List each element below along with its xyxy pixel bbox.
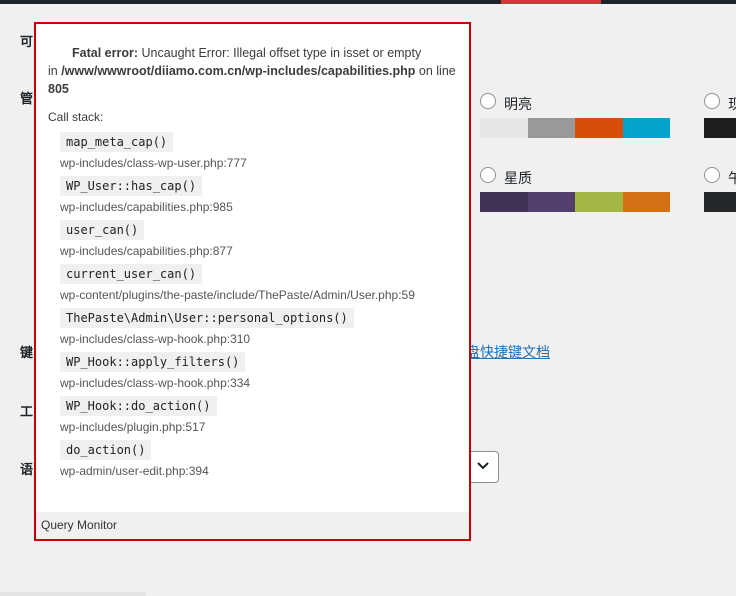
call-stack-list: map_meta_cap() wp-includes/class-wp-user… xyxy=(60,132,469,478)
fatal-error-label: Fatal error: xyxy=(72,46,138,60)
setting-label-admin-color: 管 xyxy=(20,91,34,106)
swatch xyxy=(527,192,575,212)
query-monitor-error-panel: Fatal error: Uncaught Error: Illegal off… xyxy=(34,22,471,541)
frame-function: WP_Hook::do_action() xyxy=(60,396,217,416)
setting-label-1: 可 xyxy=(20,34,34,49)
frame-file: wp-admin/user-edit.php:394 xyxy=(60,464,209,478)
scheme-radio-modern[interactable] xyxy=(704,93,720,109)
call-stack-frame: map_meta_cap() wp-includes/class-wp-user… xyxy=(60,132,469,170)
scheme-name-midnight: 午 xyxy=(728,170,736,186)
in-label: in xyxy=(48,64,62,78)
query-monitor-footer[interactable]: Query Monitor xyxy=(36,512,469,539)
frame-file: wp-includes/capabilities.php:985 xyxy=(60,200,233,214)
setting-label-keyboard: 键 xyxy=(20,345,34,360)
frame-function: WP_Hook::apply_filters() xyxy=(60,352,246,372)
call-stack-frame: WP_Hook::do_action() wp-includes/plugin.… xyxy=(60,396,469,434)
swatch xyxy=(704,192,736,212)
call-stack-frame: do_action() wp-admin/user-edit.php:394 xyxy=(60,440,469,478)
on-line-label: on line xyxy=(415,64,456,78)
swatch xyxy=(480,192,528,212)
chevron-down-icon xyxy=(477,462,489,470)
scheme-swatches-ectoplasm xyxy=(480,192,670,212)
language-select[interactable] xyxy=(468,451,499,483)
scheme-radio-light[interactable] xyxy=(480,93,496,109)
frame-function: ThePaste\Admin\User::personal_options() xyxy=(60,308,354,328)
scheme-swatches-light xyxy=(480,118,670,138)
admin-bar-active-item[interactable] xyxy=(501,0,601,4)
call-stack-frame: user_can() wp-includes/capabilities.php:… xyxy=(60,220,469,258)
call-stack-frame: current_user_can() wp-content/plugins/th… xyxy=(60,264,469,302)
frame-function: WP_User::has_cap() xyxy=(60,176,203,196)
error-line-number: 805 xyxy=(48,82,69,96)
frame-function: current_user_can() xyxy=(60,264,203,284)
frame-function: do_action() xyxy=(60,440,152,460)
scheme-name-ectoplasm: 星质 xyxy=(504,170,532,186)
admin-bar xyxy=(0,0,736,4)
swatch xyxy=(622,118,670,138)
page-footer-strip xyxy=(0,592,146,596)
call-stack-frame: ThePaste\Admin\User::personal_options() … xyxy=(60,308,469,346)
swatch xyxy=(704,118,736,138)
scheme-radio-ectoplasm[interactable] xyxy=(480,167,496,183)
scheme-swatches-modern xyxy=(704,118,736,138)
setting-label-language: 语 xyxy=(20,462,34,477)
call-stack-frame: WP_User::has_cap() wp-includes/capabilit… xyxy=(60,176,469,214)
swatch xyxy=(575,118,623,138)
frame-function: user_can() xyxy=(60,220,145,240)
swatch xyxy=(527,118,575,138)
scheme-radio-midnight[interactable] xyxy=(704,167,720,183)
fatal-error-text: Uncaught Error: Illegal offset type in i… xyxy=(138,46,422,60)
frame-file: wp-includes/class-wp-user.php:777 xyxy=(60,156,247,170)
frame-file: wp-includes/class-wp-hook.php:310 xyxy=(60,332,251,346)
frame-file: wp-includes/plugin.php:517 xyxy=(60,420,206,434)
frame-file: wp-content/plugins/the-paste/include/The… xyxy=(60,288,415,302)
swatch xyxy=(575,192,623,212)
keyboard-shortcuts-docs-link[interactable]: 盘快捷键文档 xyxy=(466,342,550,362)
scheme-swatches-midnight xyxy=(704,192,736,212)
swatch xyxy=(622,192,670,212)
call-stack-frame: WP_Hook::apply_filters() wp-includes/cla… xyxy=(60,352,469,390)
scheme-name-modern: 现 xyxy=(728,96,736,112)
scheme-name-light: 明亮 xyxy=(504,96,532,112)
frame-file: wp-includes/capabilities.php:877 xyxy=(60,244,233,258)
fatal-error-message: Fatal error: Uncaught Error: Illegal off… xyxy=(36,24,469,98)
frame-file: wp-includes/class-wp-hook.php:334 xyxy=(60,376,251,390)
error-file-path: /www/wwwroot/diiamo.com.cn/wp-includes/c… xyxy=(61,64,416,78)
setting-label-toolbar: 工 xyxy=(20,404,34,419)
call-stack-title: Call stack: xyxy=(48,110,104,124)
swatch xyxy=(480,118,528,138)
frame-function: map_meta_cap() xyxy=(60,132,174,152)
